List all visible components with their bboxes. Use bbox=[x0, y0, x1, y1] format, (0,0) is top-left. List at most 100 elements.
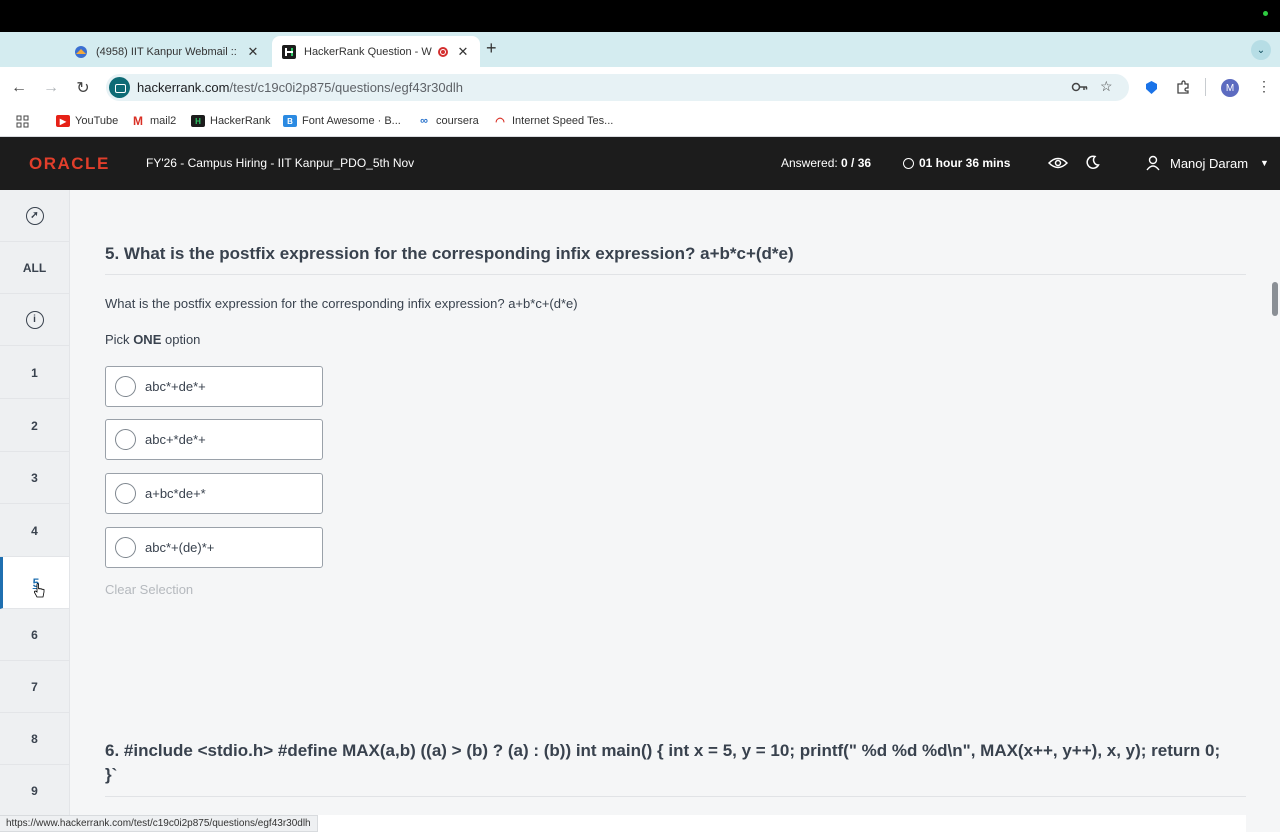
user-menu[interactable]: Manoj Daram ▼ bbox=[1146, 155, 1269, 171]
bookmark-mail2[interactable]: Mmail2 bbox=[131, 114, 177, 128]
scrollbar-thumb[interactable] bbox=[1272, 282, 1278, 316]
bookmark-label: coursera bbox=[436, 115, 479, 127]
radio-button[interactable] bbox=[115, 483, 136, 504]
dark-mode-moon-icon[interactable] bbox=[1085, 155, 1100, 170]
option-label: abc*+de*+ bbox=[145, 379, 206, 394]
answered-value: 0 / 36 bbox=[841, 156, 872, 170]
close-tab-icon[interactable]: ✕ bbox=[456, 44, 470, 60]
user-name: Manoj Daram bbox=[1170, 155, 1249, 171]
answer-option[interactable]: a+bc*de+* bbox=[105, 473, 323, 514]
forward-arrow-icon[interactable]: → bbox=[41, 79, 61, 97]
hackerrank-favicon-icon bbox=[282, 44, 296, 59]
radio-button[interactable] bbox=[115, 429, 136, 450]
new-tab-button[interactable]: + bbox=[486, 38, 497, 59]
coursera-icon: ∞ bbox=[420, 115, 428, 127]
extension-shield-icon[interactable] bbox=[1144, 80, 1159, 95]
tab-search-button[interactable]: ⌄ bbox=[1251, 40, 1271, 60]
site-info-icon[interactable] bbox=[109, 77, 130, 98]
close-tab-icon[interactable]: ✕ bbox=[246, 44, 260, 60]
sidebar-item-question[interactable]: 4 bbox=[0, 505, 69, 557]
divider bbox=[105, 796, 1246, 797]
status-dot bbox=[1263, 11, 1268, 16]
tab-title: HackerRank Question - W bbox=[304, 45, 432, 58]
answered-count: Answered: 0 / 36 bbox=[781, 156, 871, 170]
sidebar-item-all[interactable]: ALL bbox=[0, 242, 69, 294]
pick-instruction: Pick ONE option bbox=[105, 332, 200, 347]
toolbar-divider bbox=[1205, 78, 1206, 96]
answer-option[interactable]: abc*+(de)*+ bbox=[105, 527, 323, 568]
answer-option[interactable]: abc+*de*+ bbox=[105, 419, 323, 460]
bookmark-label: YouTube bbox=[75, 115, 119, 127]
clear-selection-link[interactable]: Clear Selection bbox=[105, 582, 193, 597]
link-status-bar: https://www.hackerrank.com/test/c19c0i2p… bbox=[0, 815, 318, 832]
sidebar-item-question[interactable]: 8 bbox=[0, 713, 69, 765]
chevron-down-icon: ▼ bbox=[1260, 158, 1269, 168]
tab-hackerrank[interactable]: HackerRank Question - W ✕ bbox=[272, 36, 480, 67]
bookmark-youtube[interactable]: ▶ YouTube bbox=[56, 115, 118, 127]
question-body: What is the postfix expression for the c… bbox=[105, 296, 578, 311]
question-sidebar: ➚ ALL i 1 2 3 4 5 6 7 8 9 bbox=[0, 190, 70, 832]
option-label: a+bc*de+* bbox=[145, 486, 206, 501]
bookmark-label: HackerRank bbox=[210, 115, 271, 127]
answer-option[interactable]: abc*+de*+ bbox=[105, 366, 323, 407]
recording-icon bbox=[438, 46, 448, 57]
sidebar-item-question[interactable]: 7 bbox=[0, 661, 69, 713]
answered-label: Answered: bbox=[781, 156, 838, 170]
browser-menu-icon[interactable]: ⋮ bbox=[1257, 78, 1271, 95]
url-text[interactable]: hackerrank.com/test/c19c0i2p875/question… bbox=[137, 80, 463, 95]
tab-strip: (4958) IIT Kanpur Webmail :: ✕ HackerRan… bbox=[0, 32, 1280, 67]
test-name: FY'26 - Campus Hiring - IIT Kanpur_PDO_5… bbox=[146, 156, 415, 170]
timer: 01 hour 36 mins bbox=[903, 156, 1010, 170]
timer-value: 01 hour 36 mins bbox=[919, 156, 1011, 170]
radio-button[interactable] bbox=[115, 376, 136, 397]
radio-button[interactable] bbox=[115, 537, 136, 558]
url-host: hackerrank.com bbox=[137, 80, 230, 95]
back-arrow-icon[interactable]: ← bbox=[9, 79, 29, 97]
clock-icon bbox=[903, 157, 914, 169]
reload-icon[interactable]: ↻ bbox=[73, 78, 93, 98]
user-icon bbox=[1146, 155, 1160, 171]
pick-suffix: option bbox=[164, 332, 201, 347]
webmail-favicon-icon bbox=[75, 45, 87, 58]
option-label: abc*+(de)*+ bbox=[145, 540, 215, 555]
hand-cursor-icon bbox=[33, 583, 45, 598]
bookmark-hackerrank[interactable]: H HackerRank bbox=[191, 115, 271, 127]
bookmark-font-awesome[interactable]: B Font Awesome · B... bbox=[283, 115, 401, 127]
bookmark-star-icon[interactable]: ☆ bbox=[1100, 78, 1113, 95]
sidebar-item-question[interactable]: 1 bbox=[0, 347, 69, 399]
bookmark-label: Font Awesome · B... bbox=[302, 115, 401, 127]
sidebar-item-question[interactable]: 9 bbox=[0, 765, 69, 817]
bootstrap-icon: B bbox=[283, 115, 297, 127]
sidebar-item-question[interactable]: 6 bbox=[0, 609, 69, 661]
profile-avatar[interactable]: M bbox=[1221, 79, 1239, 97]
tab-title: (4958) IIT Kanpur Webmail :: bbox=[96, 45, 237, 58]
pick-prefix: Pick bbox=[105, 332, 130, 347]
oracle-logo: ORACLE bbox=[29, 154, 110, 173]
os-menu-bar bbox=[0, 0, 1280, 32]
info-icon: i bbox=[25, 310, 44, 329]
bookmark-speedtest[interactable]: ◠ Internet Speed Tes... bbox=[493, 115, 614, 128]
sidebar-compass[interactable]: ➚ bbox=[0, 190, 69, 242]
password-key-icon[interactable] bbox=[1071, 81, 1088, 93]
bookmark-label: Internet Speed Tes... bbox=[512, 115, 614, 127]
page-scrollbar[interactable] bbox=[1270, 190, 1280, 832]
question-title: 5. What is the postfix expression for th… bbox=[105, 244, 794, 263]
extensions-puzzle-icon[interactable] bbox=[1176, 80, 1191, 95]
gmail-icon: M bbox=[133, 114, 143, 128]
speedtest-icon: ◠ bbox=[495, 115, 505, 128]
apps-grid-icon[interactable] bbox=[16, 115, 29, 128]
eye-icon[interactable] bbox=[1048, 156, 1068, 170]
bookmark-coursera[interactable]: ∞ coursera bbox=[417, 115, 479, 127]
hackerrank-icon: H bbox=[191, 115, 205, 127]
sidebar-item-question[interactable]: 2 bbox=[0, 400, 69, 452]
option-label: abc+*de*+ bbox=[145, 432, 206, 447]
bookmark-label: mail2 bbox=[150, 115, 177, 127]
sidebar-item-question[interactable]: 3 bbox=[0, 452, 69, 504]
divider bbox=[105, 274, 1246, 275]
youtube-icon: ▶ bbox=[56, 115, 70, 127]
next-question-title: 6. #include <stdio.h> #define MAX(a,b) (… bbox=[105, 741, 1221, 784]
url-path: /test/c19c0i2p875/questions/egf43r30dlh bbox=[229, 80, 463, 95]
tab-webmail[interactable]: (4958) IIT Kanpur Webmail :: ✕ bbox=[64, 36, 270, 67]
compass-icon: ➚ bbox=[25, 206, 44, 225]
sidebar-info[interactable]: i bbox=[0, 294, 69, 346]
